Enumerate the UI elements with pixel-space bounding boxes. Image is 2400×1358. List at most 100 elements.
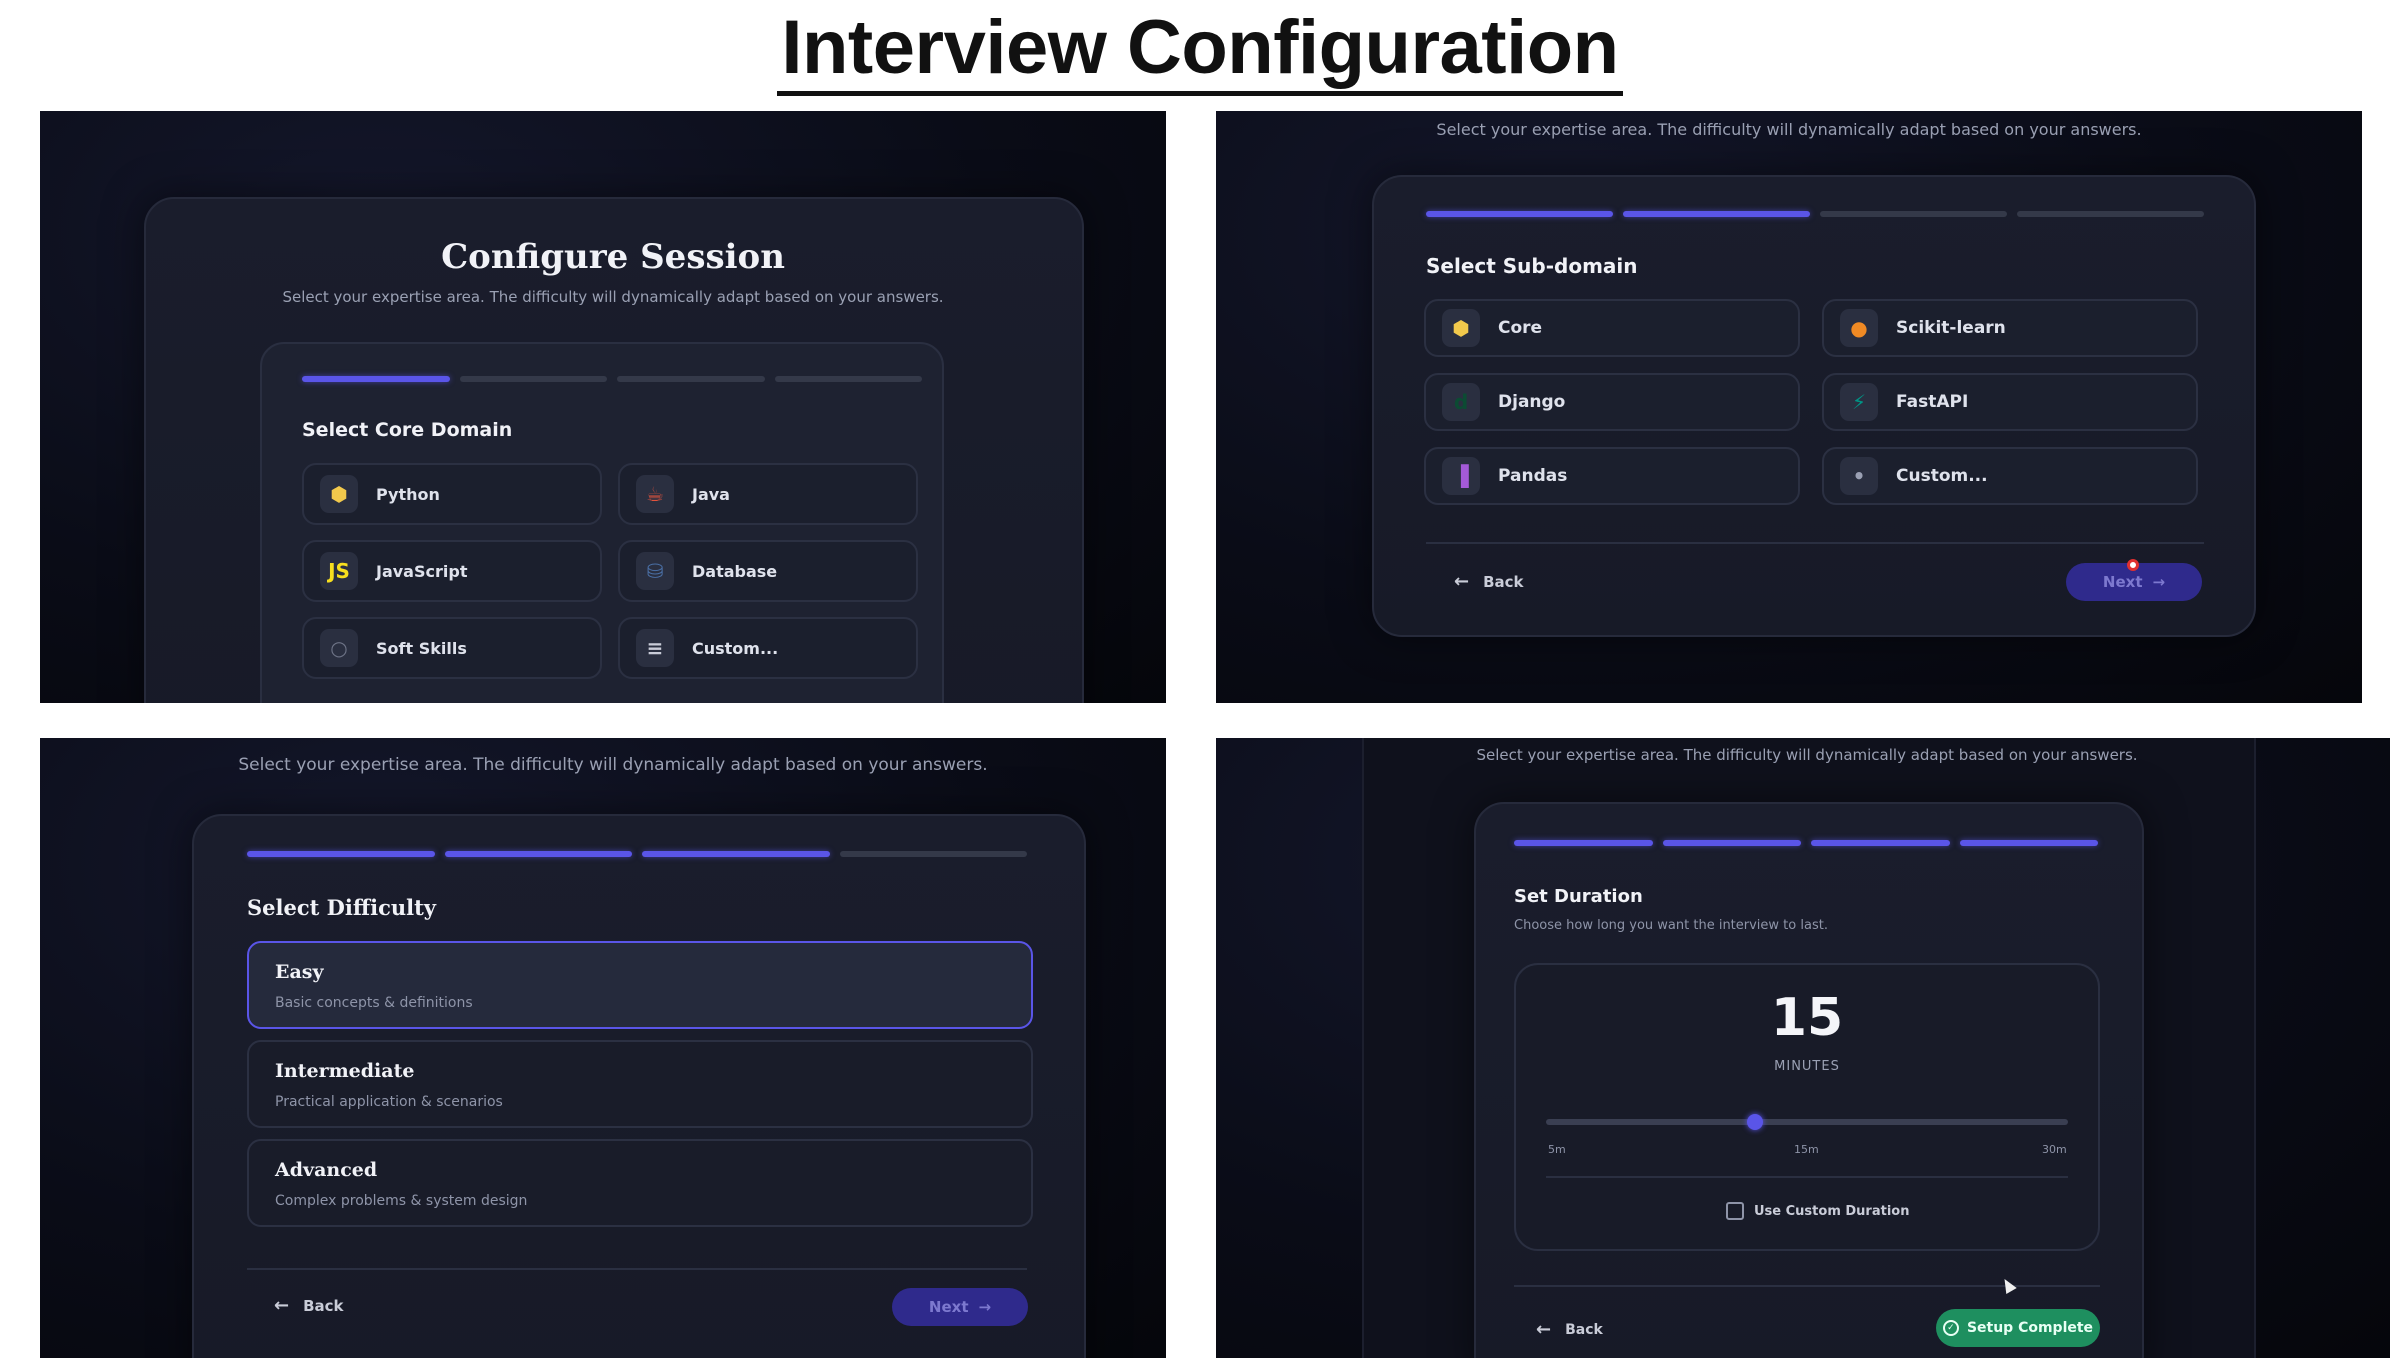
option-label: Database — [692, 561, 778, 581]
option-label: Custom... — [692, 638, 779, 658]
section-heading: Select Difficulty — [247, 895, 436, 920]
subtitle: Select your expertise area. The difficul… — [282, 288, 944, 306]
scikit-learn-icon: ● — [1840, 309, 1878, 347]
python-icon: ⬢ — [320, 475, 358, 513]
java-icon: ☕ — [636, 475, 674, 513]
option-custom[interactable]: ≡ Custom... — [618, 617, 918, 679]
option-pandas[interactable]: ▐ Pandas — [1424, 447, 1800, 505]
option-python[interactable]: ⬢ Python — [302, 463, 602, 525]
difficulty-description: Practical application & scenarios — [275, 1094, 503, 1110]
option-label: Python — [376, 484, 440, 504]
progress-step — [247, 851, 435, 857]
panel-duration: Select your expertise area. The difficul… — [1216, 738, 2390, 1358]
fastapi-icon: ⚡ — [1840, 383, 1878, 421]
custom-duration-label: Use Custom Duration — [1754, 1203, 1910, 1219]
pandas-icon: ▐ — [1442, 457, 1480, 495]
check-circle-icon: ✓ — [1942, 1320, 1959, 1336]
sliders-icon: ≡ — [636, 629, 674, 667]
progress-step — [774, 376, 922, 382]
duration-value: 15 — [1770, 988, 1844, 1048]
arrow-left-icon: ← — [1454, 571, 1470, 592]
divider — [247, 1268, 1027, 1270]
next-label: Next — [928, 1298, 969, 1316]
arrow-right-icon: → — [2152, 573, 2166, 591]
option-label: JavaScript — [376, 561, 468, 581]
next-label: Next — [2102, 573, 2143, 591]
option-custom[interactable]: • Custom... — [1822, 447, 2198, 505]
arrow-left-icon: ← — [1536, 1319, 1552, 1340]
option-label: Django — [1498, 392, 1566, 412]
back-button[interactable]: ← Back — [274, 1295, 344, 1316]
section-heading: Select Core Domain — [302, 419, 513, 441]
soft-skills-icon: ○ — [320, 629, 358, 667]
option-javascript[interactable]: JS JavaScript — [302, 540, 602, 602]
option-fastapi[interactable]: ⚡ FastAPI — [1822, 373, 2198, 431]
progress-step — [1426, 211, 1613, 217]
difficulty-title: Advanced — [275, 1159, 378, 1181]
python-icon: ⬢ — [1442, 309, 1480, 347]
back-button[interactable]: ← Back — [1536, 1319, 1603, 1340]
custom-duration-checkbox[interactable] — [1726, 1202, 1744, 1220]
subtitle: Select your expertise area. The difficul… — [1476, 746, 2138, 764]
progress-step — [1514, 840, 1653, 846]
panel-difficulty: Select your expertise area. The difficul… — [40, 738, 1166, 1358]
option-core[interactable]: ⬢ Core — [1424, 299, 1800, 357]
arrow-left-icon: ← — [274, 1295, 290, 1316]
progress-step — [459, 376, 607, 382]
configure-session-heading: Configure Session — [441, 237, 785, 277]
custom-duration-toggle[interactable]: Use Custom Duration — [1726, 1202, 1909, 1220]
panel-sub-domain: Select your expertise area. The difficul… — [1216, 111, 2362, 703]
difficulty-easy[interactable]: Easy Basic concepts & definitions — [247, 941, 1033, 1029]
section-heading: Set Duration — [1514, 886, 1643, 907]
progress-bar — [302, 376, 922, 382]
difficulty-description: Basic concepts & definitions — [275, 995, 473, 1011]
progress-step — [1623, 211, 1810, 217]
progress-step — [1959, 840, 2098, 846]
subtitle: Select your expertise area. The difficul… — [1436, 120, 2142, 139]
divider — [1426, 542, 2204, 544]
option-label: Pandas — [1498, 466, 1568, 486]
slider-max-label: 30m — [2042, 1143, 2067, 1156]
progress-step — [642, 851, 830, 857]
duration-slider-thumb[interactable] — [1746, 1114, 1763, 1130]
option-scikit-learn[interactable]: ● Scikit-learn — [1822, 299, 2198, 357]
panel-core-domain: Configure Session Select your expertise … — [40, 111, 1166, 703]
option-django[interactable]: d Django — [1424, 373, 1800, 431]
progress-step — [302, 376, 450, 382]
slider-min-label: 5m — [1548, 1143, 1566, 1156]
option-label: Java — [692, 484, 730, 504]
option-label: Scikit-learn — [1896, 318, 2006, 338]
setup-complete-button[interactable]: ✓ Setup Complete — [1936, 1309, 2100, 1347]
page-title: Interview Configuration — [0, 4, 2400, 96]
progress-bar — [1514, 840, 2098, 846]
duration-slider-track[interactable] — [1546, 1119, 2068, 1125]
option-label: Soft Skills — [376, 638, 467, 658]
progress-bar — [247, 851, 1027, 857]
setup-complete-label: Setup Complete — [1966, 1320, 2094, 1336]
django-icon: d — [1442, 383, 1480, 421]
dot-icon: • — [1840, 457, 1878, 495]
option-database[interactable]: ⛁ Database — [618, 540, 918, 602]
progress-step — [1811, 840, 1950, 846]
option-java[interactable]: ☕ Java — [618, 463, 918, 525]
difficulty-intermediate[interactable]: Intermediate Practical application & scen… — [247, 1040, 1033, 1128]
progress-step — [1820, 211, 2007, 217]
helper-text: Choose how long you want the interview t… — [1514, 918, 1828, 933]
javascript-icon: JS — [320, 552, 358, 590]
option-label: Custom... — [1896, 466, 1988, 486]
difficulty-advanced[interactable]: Advanced Complex problems & system design — [247, 1139, 1033, 1227]
not-allowed-cursor-icon — [2127, 559, 2139, 571]
back-label: Back — [303, 1296, 344, 1315]
difficulty-title: Intermediate — [275, 1060, 415, 1082]
divider — [1546, 1176, 2068, 1178]
progress-step — [444, 851, 632, 857]
page-title-text: Interview Configuration — [777, 5, 1623, 96]
option-label: FastAPI — [1896, 392, 1969, 412]
progress-step — [2017, 211, 2204, 217]
back-label: Back — [1565, 1321, 1603, 1338]
back-label: Back — [1483, 572, 1524, 591]
option-soft-skills[interactable]: ○ Soft Skills — [302, 617, 602, 679]
back-button[interactable]: ← Back — [1454, 571, 1524, 592]
next-button[interactable]: Next → — [892, 1288, 1028, 1326]
database-icon: ⛁ — [636, 552, 674, 590]
